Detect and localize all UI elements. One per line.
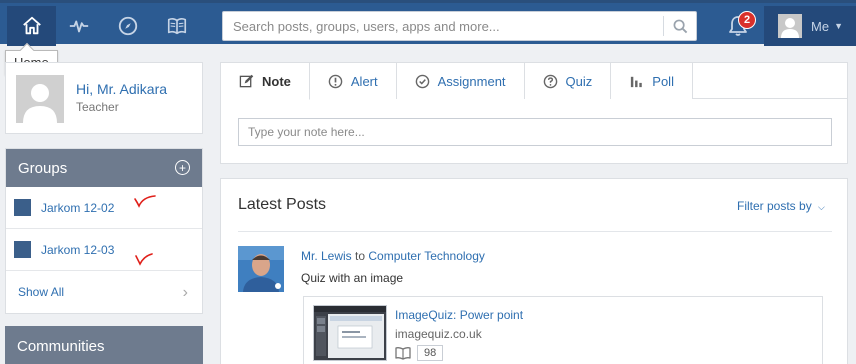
group-name: Jarkom 12-02 xyxy=(41,200,115,215)
pulse-icon xyxy=(69,20,88,33)
note-input[interactable] xyxy=(238,118,832,146)
communities-header[interactable]: Communities xyxy=(5,326,203,364)
post-body: Quiz with an image xyxy=(301,271,404,285)
post-author-avatar[interactable] xyxy=(238,246,284,292)
add-group-icon[interactable]: + xyxy=(175,160,190,175)
latest-posts-panel: Latest Posts Filter posts by ⌵ Mr. Lewis… xyxy=(220,178,848,364)
filter-posts-dropdown[interactable]: Filter posts by ⌵ xyxy=(737,199,825,213)
book-icon xyxy=(395,347,411,360)
groups-title: Groups xyxy=(18,159,68,177)
red-checkmark-icon xyxy=(134,195,156,208)
discover-button[interactable] xyxy=(103,6,152,46)
chevron-right-icon: › xyxy=(182,284,188,301)
red-checkmark-icon xyxy=(135,253,153,266)
groups-header: Groups + xyxy=(6,149,202,187)
user-avatar-icon xyxy=(778,14,802,38)
library-button[interactable] xyxy=(152,6,201,46)
attachment-count: 98 xyxy=(417,345,444,361)
tab-assignment[interactable]: Assignment xyxy=(396,63,525,99)
notification-badge: 2 xyxy=(738,11,756,29)
post-attachment[interactable]: ImageQuiz: Power point imagequiz.co.uk 9… xyxy=(303,296,823,364)
profile-card: Hi, Mr. Adikara Teacher xyxy=(5,62,203,134)
attachment-thumbnail[interactable] xyxy=(313,305,387,361)
post-author-link[interactable]: Mr. Lewis xyxy=(301,249,352,263)
post-target-link[interactable]: Computer Technology xyxy=(368,249,485,263)
tab-label: Note xyxy=(262,73,291,89)
divider xyxy=(238,231,832,232)
tab-label: Assignment xyxy=(437,73,506,89)
show-all-groups-link[interactable]: Show All › xyxy=(6,271,202,313)
filter-label: Filter posts by xyxy=(737,199,812,213)
compass-icon xyxy=(118,16,137,36)
search-icon xyxy=(673,19,688,33)
composer-tabs: Note Alert Assignment Quiz Poll xyxy=(221,63,847,100)
group-name: Jarkom 12-03 xyxy=(41,242,115,257)
tab-note[interactable]: Note xyxy=(221,63,310,100)
search-bar xyxy=(222,11,697,41)
communities-title: Communities xyxy=(17,338,105,355)
attachment-domain: imagequiz.co.uk xyxy=(395,327,482,341)
edit-icon xyxy=(239,74,254,87)
top-navigation-bar: 2 Me ▼ xyxy=(0,0,856,46)
tab-label: Alert xyxy=(350,73,378,89)
latest-posts-title: Latest Posts xyxy=(238,196,327,213)
notifications-button[interactable] xyxy=(714,6,762,46)
profile-avatar-icon[interactable] xyxy=(16,75,64,123)
book-icon xyxy=(167,18,186,35)
alert-icon xyxy=(328,74,343,88)
check-circle-icon xyxy=(415,74,429,88)
question-icon xyxy=(543,74,557,88)
profile-greeting[interactable]: Hi, Mr. Adikara xyxy=(76,81,167,97)
group-color-icon xyxy=(14,241,31,258)
group-color-icon xyxy=(14,199,31,216)
tab-label: Poll xyxy=(652,73,674,89)
account-menu-label: Me xyxy=(811,18,830,34)
tab-alert[interactable]: Alert xyxy=(309,63,397,99)
post-composer: Note Alert Assignment Quiz Poll Type you… xyxy=(220,62,848,164)
show-all-label: Show All xyxy=(18,285,65,299)
search-input[interactable] xyxy=(223,12,663,40)
tab-quiz[interactable]: Quiz xyxy=(524,63,612,99)
group-item[interactable]: Jarkom 12-03 xyxy=(6,229,202,271)
attachment-title[interactable]: ImageQuiz: Power point xyxy=(395,308,523,322)
group-item[interactable]: Jarkom 12-02 xyxy=(6,187,202,229)
home-button[interactable] xyxy=(7,6,56,46)
tab-poll[interactable]: Poll xyxy=(611,63,693,99)
tab-label: Quiz xyxy=(565,73,593,89)
home-icon xyxy=(22,16,41,35)
post-meta: Mr. Lewis to Computer Technology xyxy=(301,249,485,263)
profile-role: Teacher xyxy=(76,100,119,114)
chevron-down-icon: ▼ xyxy=(834,21,843,31)
bar-chart-icon xyxy=(631,76,643,87)
account-menu[interactable]: Me ▼ xyxy=(764,6,856,46)
post-to-word: to xyxy=(355,249,366,263)
chevron-down-icon: ⌵ xyxy=(818,202,825,212)
search-button[interactable] xyxy=(664,12,697,40)
activity-button[interactable] xyxy=(54,6,103,46)
groups-panel: Groups + Jarkom 12-02 Jarkom 12-03 Show … xyxy=(5,148,203,314)
attachment-stats: 98 xyxy=(395,345,444,361)
